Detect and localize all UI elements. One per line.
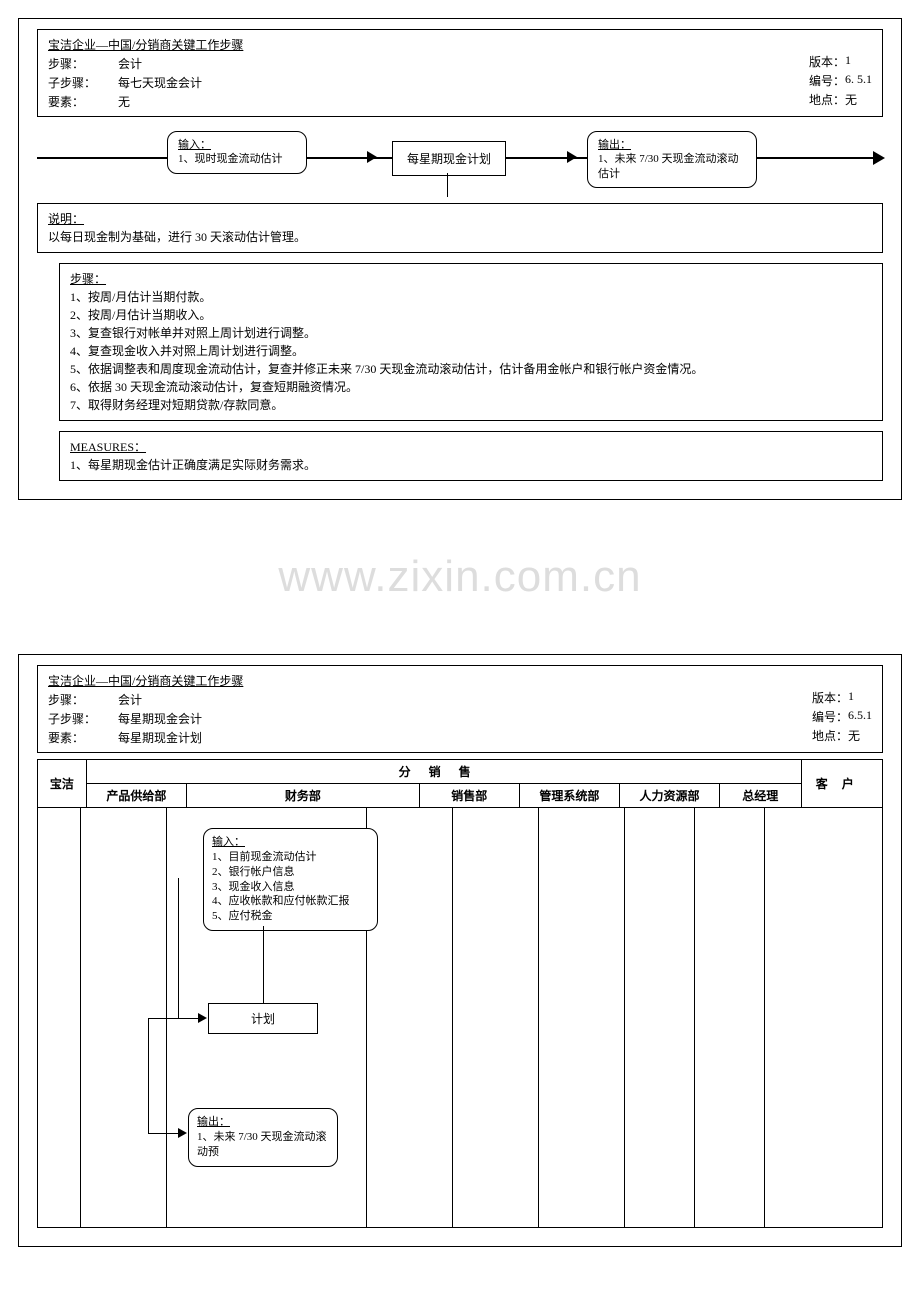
process-label: 每星期现金计划 — [407, 152, 491, 166]
doc-title-2: 宝洁企业—中国/分销商关键工作步骤 — [48, 672, 243, 689]
flow-row: 输入： 1、现时现金流动估计 每星期现金计划 输出： 1、未来 7/30 天现金… — [37, 123, 883, 193]
element-label: 要素： — [48, 93, 118, 110]
substep-label-2: 子步骤： — [48, 710, 118, 727]
step-item: 4、复查现金收入并对照上周计划进行调整。 — [70, 342, 872, 360]
dept-col: 产品供给部 — [86, 784, 186, 808]
step-item: 1、按周/月估计当期付款。 — [70, 288, 872, 306]
step-item: 7、取得财务经理对短期贷款/存款同意。 — [70, 396, 872, 414]
output-item-1: 1、未来 7/30 天现金流动滚动估计 — [598, 153, 739, 179]
input-item: 5、应付税金 — [212, 910, 273, 922]
input-item: 1、目前现金流动估计 — [212, 851, 317, 863]
version-value-2: 1 — [848, 689, 854, 706]
version-value: 1 — [845, 53, 851, 70]
element-value: 无 — [118, 93, 130, 110]
loc-value-2: 无 — [848, 727, 860, 744]
input-label: 输入： — [178, 139, 211, 151]
explain-body: 以每日现金制为基础，进行 30 天滚动估计管理。 — [48, 230, 306, 244]
watermark-text: www.zixin.com.cn — [0, 518, 920, 636]
version-label-2: 版本： — [812, 689, 848, 706]
element-label-2: 要素： — [48, 729, 118, 746]
process-box-2: 计划 — [208, 1003, 318, 1034]
measures-title: MEASURES： — [70, 440, 146, 454]
output-label: 输出： — [598, 139, 631, 151]
code-value-2: 6.5.1 — [848, 708, 872, 725]
loc-value: 无 — [845, 91, 857, 108]
explain-section: 说明： 以每日现金制为基础，进行 30 天滚动估计管理。 — [37, 203, 883, 253]
arrow-icon — [873, 151, 885, 165]
step-value: 会计 — [118, 55, 142, 72]
dept-customer: 客户 — [801, 760, 883, 808]
process-label-2: 计划 — [251, 1012, 275, 1026]
element-value-2: 每星期现金计划 — [118, 729, 202, 746]
input-item: 3、现金收入信息 — [212, 881, 295, 893]
dept-col: 管理系统部 — [519, 784, 619, 808]
explain-title: 说明： — [48, 212, 84, 226]
dept-col: 销售部 — [419, 784, 519, 808]
input-item: 4、应收帐款和应付帐款汇报 — [212, 895, 350, 907]
output-item: 1、未来 7/30 天现金流动滚动预 — [197, 1131, 327, 1158]
header-block-2: 宝洁企业—中国/分销商关键工作步骤 步骤：会计 子步骤：每星期现金会计 要素：每… — [37, 665, 883, 753]
dept-table: 宝洁 分销售 客户 产品供给部 财务部 销售部 管理系统部 人力资源部 总经理 — [37, 759, 883, 808]
swimlane-body: 输入： 1、目前现金流动估计 2、银行帐户信息 3、现金收入信息 4、应收帐款和… — [37, 808, 883, 1228]
code-label: 编号： — [809, 72, 845, 89]
step-item: 3、复查银行对帐单并对照上周计划进行调整。 — [70, 324, 872, 342]
dept-baojie: 宝洁 — [38, 760, 87, 808]
loc-label-2: 地点： — [812, 727, 848, 744]
version-label: 版本： — [809, 53, 845, 70]
arrow-icon — [178, 1128, 187, 1138]
steps-title: 步骤： — [70, 272, 106, 286]
step-item: 5、依据调整表和周度现金流动估计，复查并修正未来 7/30 天现金流动滚动估计，… — [70, 360, 872, 378]
page-1: 宝洁企业—中国/分销商关键工作步骤 步骤：会计 子步骤：每七天现金会计 要素：无… — [18, 18, 902, 500]
step-label-2: 步骤： — [48, 691, 118, 708]
substep-value-2: 每星期现金会计 — [118, 710, 202, 727]
measures-body: 1、每星期现金估计正确度满足实际财务需求。 — [70, 458, 316, 472]
steps-section: 步骤： 1、按周/月估计当期付款。 2、按周/月估计当期收入。 3、复查银行对帐… — [59, 263, 883, 421]
step-label: 步骤： — [48, 55, 118, 72]
arrow-icon — [198, 1013, 207, 1023]
substep-label: 子步骤： — [48, 74, 118, 91]
doc-title: 宝洁企业—中国/分销商关键工作步骤 — [48, 36, 243, 53]
header-block: 宝洁企业—中国/分销商关键工作步骤 步骤：会计 子步骤：每七天现金会计 要素：无… — [37, 29, 883, 117]
dept-col: 财务部 — [186, 784, 419, 808]
input-item-1: 1、现时现金流动估计 — [178, 153, 283, 165]
input-label-2: 输入： — [212, 836, 245, 848]
process-box: 每星期现金计划 — [392, 141, 506, 176]
output-box: 输出： 1、未来 7/30 天现金流动滚动估计 — [587, 131, 757, 188]
input-box: 输入： 1、现时现金流动估计 — [167, 131, 307, 174]
page-2: 宝洁企业—中国/分销商关键工作步骤 步骤：会计 子步骤：每星期现金会计 要素：每… — [18, 654, 902, 1247]
dept-col: 人力资源部 — [619, 784, 719, 808]
dept-group: 分销售 — [86, 760, 801, 784]
dept-col: 总经理 — [720, 784, 801, 808]
step-item: 2、按周/月估计当期收入。 — [70, 306, 872, 324]
loc-label: 地点： — [809, 91, 845, 108]
measures-section: MEASURES： 1、每星期现金估计正确度满足实际财务需求。 — [59, 431, 883, 481]
input-item: 2、银行帐户信息 — [212, 866, 295, 878]
output-box-2: 输出： 1、未来 7/30 天现金流动滚动预 — [188, 1108, 338, 1167]
output-label-2: 输出： — [197, 1116, 230, 1128]
substep-value: 每七天现金会计 — [118, 74, 202, 91]
step-value-2: 会计 — [118, 691, 142, 708]
code-value: 6. 5.1 — [845, 72, 872, 89]
step-item: 6、依据 30 天现金流动滚动估计，复查短期融资情况。 — [70, 378, 872, 396]
code-label-2: 编号： — [812, 708, 848, 725]
input-box-2: 输入： 1、目前现金流动估计 2、银行帐户信息 3、现金收入信息 4、应收帐款和… — [203, 828, 378, 931]
